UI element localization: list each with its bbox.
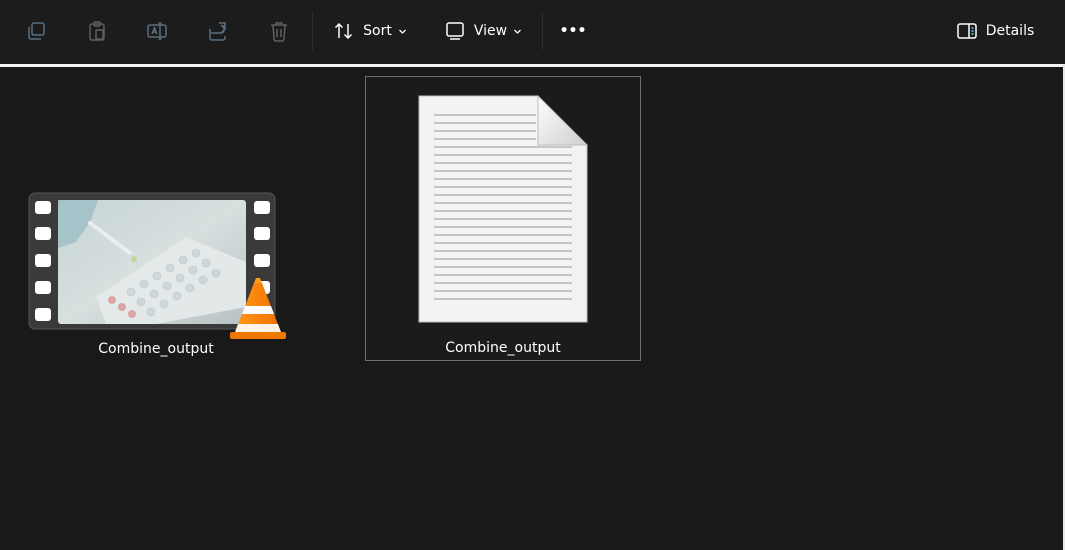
file-grid: Combine_output Combine_output [0, 67, 1063, 550]
delete-icon [271, 22, 287, 42]
details-pane-button[interactable]: Details [950, 14, 1040, 48]
rename-button[interactable] [141, 14, 173, 48]
sort-label: Sort [363, 23, 392, 39]
toolbar-separator [312, 12, 313, 50]
command-bar: Sort View ••• Details [0, 0, 1065, 63]
view-label: View [473, 23, 508, 39]
paste-icon [89, 21, 105, 41]
more-icon: ••• [559, 23, 587, 39]
share-button[interactable] [202, 14, 234, 48]
chevron-down-icon [398, 29, 406, 34]
toolbar-separator [542, 12, 543, 50]
file-item-document[interactable]: Combine_output [365, 76, 641, 361]
share-icon [209, 22, 227, 41]
rename-icon [147, 22, 167, 40]
chevron-down-icon [514, 29, 522, 34]
more-options-button[interactable]: ••• [556, 14, 590, 48]
file-name: Combine_output [98, 341, 214, 357]
sort-button[interactable]: Sort [328, 14, 412, 48]
sort-arrows-icon [335, 22, 353, 40]
text-document-icon [418, 95, 588, 323]
delete-button[interactable] [263, 14, 295, 48]
copy-icon [28, 22, 45, 40]
paste-button[interactable] [81, 14, 113, 48]
details-pane-icon [956, 23, 977, 39]
video-thumbnail-icon [28, 192, 286, 339]
view-button[interactable]: View [440, 14, 526, 48]
copy-button[interactable] [20, 14, 52, 48]
file-name: Combine_output [445, 340, 561, 356]
file-item-video[interactable]: Combine_output [26, 187, 286, 357]
details-label: Details [985, 23, 1035, 39]
view-icon [446, 22, 464, 40]
